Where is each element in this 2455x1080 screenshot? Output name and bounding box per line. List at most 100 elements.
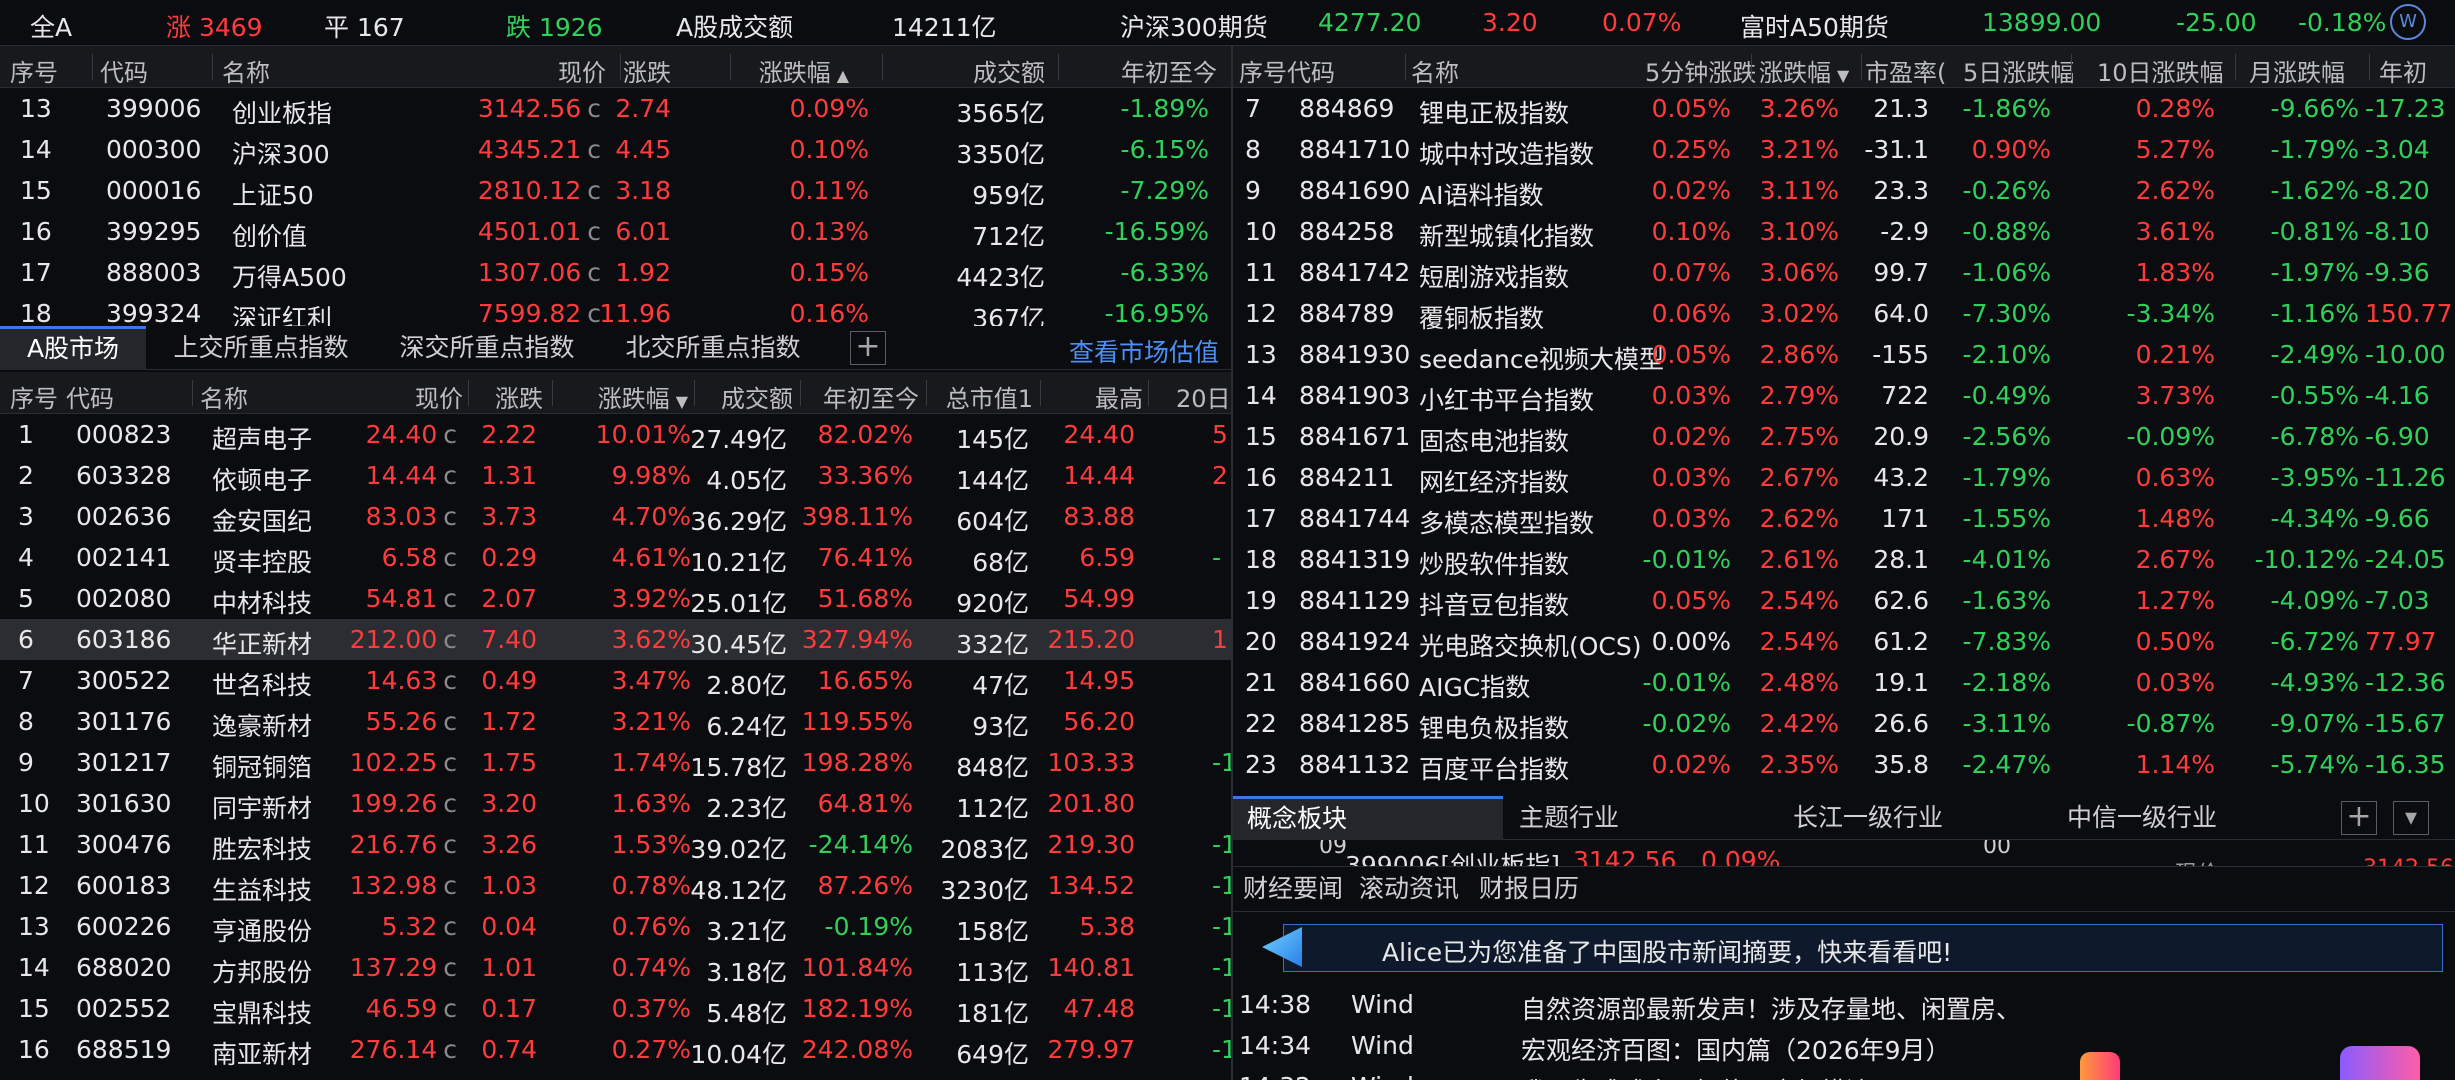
table-row[interactable]: 16 688519 南亚新材 276.14 c 0.74 0.27% 10.04亿 242.08… [0, 1029, 1231, 1070]
col-name[interactable]: 名称 [222, 53, 270, 88]
tab-finance-news[interactable]: 财经要闻 [1241, 867, 1345, 911]
column-separator[interactable] [2071, 54, 2072, 80]
add-tab-icon[interactable]: + [850, 331, 886, 365]
table-row[interactable]: 2 603328 依顿电子 14.44 c 1.31 9.98% 4.05亿 33.36% 144… [0, 455, 1231, 496]
tab-earnings-calendar[interactable]: 财报日历 [1473, 867, 1585, 911]
table-row[interactable]: 18 399324 深证红利 7599.82 c 11.96 0.16% 367亿 -16.95… [0, 293, 1231, 326]
col-index[interactable]: 序号 [10, 53, 58, 88]
col-name[interactable]: 名称 [200, 379, 248, 414]
tab-cj-level1-industries[interactable]: 长江一级行业 [1781, 796, 2051, 840]
table-row[interactable]: 12 600183 生益科技 132.98 c 1.03 0.78% 48.12亿 87.26%… [0, 865, 1231, 906]
column-separator[interactable] [694, 380, 695, 406]
table-row[interactable]: 14 8841903 小红书平台指数 0.03% 2.79% 722 -0.49% 3.73%… [1233, 375, 2455, 416]
col-pct-change[interactable]: 涨跌幅 ▼ [598, 379, 688, 414]
column-separator[interactable] [468, 380, 469, 406]
col-price[interactable]: 现价 [558, 53, 606, 88]
column-separator[interactable] [1148, 380, 1149, 406]
col-change[interactable]: 涨跌 [495, 379, 543, 414]
table-row[interactable]: 1 000823 超声电子 24.40 c 2.22 10.01% 27.49亿 82.02% 1… [0, 414, 1231, 455]
table-row[interactable]: 15 8841671 固态电池指数 0.02% 2.75% 20.9 -2.56% -0.09… [1233, 416, 2455, 457]
table-row[interactable]: 10 884258 新型城镇化指数 0.10% 3.10% -2.9 -0.88% 3.61%… [1233, 211, 2455, 252]
table-row[interactable]: 13 8841930 seedance视频大模型 0.05% 2.86% -155 -2.1… [1233, 334, 2455, 375]
tab-bse-key-indices[interactable]: 北交所重点指数 [602, 326, 824, 370]
col-price[interactable]: 现价 [415, 379, 463, 414]
table-row[interactable]: 14 688020 方邦股份 137.29 c 1.01 0.74% 3.18亿 101.84%… [0, 947, 1231, 988]
table-row[interactable]: 21 8841660 AIGC指数 -0.01% 2.48% 19.1 -2.18% 0.03… [1233, 662, 2455, 703]
table-row[interactable]: 16 399295 创价值 4501.01 c 6.01 0.13% 712亿 -16.59% [0, 211, 1231, 252]
table-row[interactable]: 16 884211 网红经济指数 0.03% 2.67% 43.2 -1.79% 0.63% -… [1233, 457, 2455, 498]
table-row[interactable]: 17 8841744 多模态模型指数 0.03% 2.62% 171 -1.55% 1.48%… [1233, 498, 2455, 539]
table-row[interactable]: 23 8841132 百度平台指数 0.02% 2.35% 35.8 -2.47% 1.14%… [1233, 744, 2455, 785]
table-row[interactable]: 9 8841690 AI语料指数 0.02% 3.11% 23.3 -0.26% 2.62% -… [1233, 170, 2455, 211]
tab-theme-industries[interactable]: 主题行业 [1507, 796, 1777, 840]
ai-assistant-button[interactable] [2340, 1046, 2420, 1080]
col-month-change[interactable]: 月涨跌幅 [2249, 53, 2345, 88]
col-pct-change[interactable]: 涨跌幅 ▼ [1759, 53, 1849, 88]
table-row[interactable]: 5 002080 中材科技 54.81 c 2.07 3.92% 25.01亿 51.68% 92… [0, 578, 1231, 619]
col-index[interactable]: 序号代码 [1239, 53, 1335, 88]
col-5d-change[interactable]: 5日涨跌幅 [1963, 53, 2074, 88]
col-code[interactable]: 代码 [100, 53, 148, 88]
column-separator[interactable] [1040, 380, 1041, 406]
tab-a-share-market[interactable]: A股市场 [0, 326, 146, 370]
add-tab-icon[interactable]: + [2341, 801, 2377, 835]
ai-news-banner[interactable]: Alice已为您准备了中国股市新闻摘要，快来看看吧! [1262, 924, 2443, 972]
hs300-futures-label[interactable]: 沪深300期货 [1120, 8, 1268, 44]
table-row[interactable]: 4 002141 贤丰控股 6.58 c 0.29 4.61% 10.21亿 76.41% 68亿… [0, 537, 1231, 578]
col-ytd[interactable]: 年初至今 [823, 379, 919, 414]
table-row[interactable]: 3 002636 金安国纪 83.03 c 3.73 4.70% 36.29亿 398.11% 6… [0, 496, 1231, 537]
table-row[interactable]: 13 399006 创业板指 3142.56 c 2.74 0.09% 3565亿 -1.89% [0, 88, 1231, 129]
a50-futures-label[interactable]: 富时A50期货 [1740, 8, 1889, 44]
col-turnover[interactable]: 成交额 [721, 379, 793, 414]
wind-logo-icon[interactable]: W [2390, 4, 2426, 40]
view-valuation-link[interactable]: 查看市场估值 [1069, 333, 1219, 369]
column-separator[interactable] [1861, 54, 1862, 80]
column-separator[interactable] [212, 54, 213, 80]
col-index[interactable]: 序号 [10, 379, 58, 414]
tab-citic-level1-industries[interactable]: 中信一级行业 [2055, 796, 2325, 840]
table-row[interactable]: 14 000300 沪深300 4345.21 c 4.45 0.10% 3350亿 -6.15… [0, 129, 1231, 170]
table-row[interactable]: 22 8841285 锂电负极指数 -0.02% 2.42% 26.6 -3.11% -0.8… [1233, 703, 2455, 744]
table-row[interactable]: 17 888003 万得A500 1307.06 c 1.92 0.15% 4423亿 -6.3… [0, 252, 1231, 293]
all-a-label[interactable]: 全A [30, 8, 72, 44]
column-separator[interactable] [2235, 54, 2236, 80]
table-row[interactable]: 13 600226 亨通股份 5.32 c 0.04 0.76% 3.21亿 -0.19% 158… [0, 906, 1231, 947]
col-high[interactable]: 最高 [1095, 379, 1143, 414]
column-separator[interactable] [882, 54, 883, 80]
news-item[interactable]: 14:32 Wind 我国生成式人工智能用户规模达 [1233, 1066, 2455, 1080]
table-row[interactable]: 19 8841129 抖音豆包指数 0.05% 2.54% 62.6 -1.63% 1.27%… [1233, 580, 2455, 621]
col-10d-change[interactable]: 10日涨跌幅 [2097, 53, 2224, 88]
tab-sse-key-indices[interactable]: 上交所重点指数 [150, 326, 372, 370]
column-separator[interactable] [730, 54, 731, 80]
ticker-index-name[interactable]: 399006[创业板指] [1345, 846, 1560, 866]
column-separator[interactable] [620, 54, 621, 80]
table-row[interactable]: 10 301630 同宇新材 199.26 c 3.20 1.63% 2.23亿 64.81% 1… [0, 783, 1231, 824]
table-row[interactable]: 12 884789 覆铜板指数 0.06% 3.02% 64.0 -7.30% -3.34% -… [1233, 293, 2455, 334]
col-5min-change[interactable]: 5分钟涨跌 [1645, 53, 1756, 88]
col-change[interactable]: 涨跌 [623, 53, 671, 88]
table-row[interactable]: 7 300522 世名科技 14.63 c 0.49 3.47% 2.80亿 16.65% 47亿… [0, 660, 1231, 701]
table-row[interactable]: 15 000016 上证50 2810.12 c 3.18 0.11% 959亿 -7.29% [0, 170, 1231, 211]
col-turnover[interactable]: 成交额 [973, 53, 1045, 88]
column-separator[interactable] [926, 380, 927, 406]
col-ytd[interactable]: 年初 [2379, 53, 2427, 88]
col-ytd[interactable]: 年初至今 [1121, 53, 1217, 88]
column-separator[interactable] [1751, 54, 1752, 80]
column-separator[interactable] [92, 54, 93, 80]
col-20d[interactable]: 20日 [1176, 379, 1231, 414]
assistant-float-icon[interactable] [2080, 1052, 2120, 1080]
table-row[interactable]: 7 884869 锂电正极指数 0.05% 3.26% 21.3 -1.86% 0.28% -9… [1233, 88, 2455, 129]
column-separator[interactable] [800, 380, 801, 406]
table-row[interactable]: 20 8841924 光电路交换机(OCS) 0.00% 2.54% 61.2 -7.83%… [1233, 621, 2455, 662]
news-item[interactable]: 14:34 Wind 宏观经济百图：国内篇（2026年9月） [1233, 1025, 2455, 1066]
table-row[interactable]: 9 301217 铜冠铜箔 102.25 c 1.75 1.74% 15.78亿 198.28%… [0, 742, 1231, 783]
news-item[interactable]: 14:38 Wind 自然资源部最新发声！涉及存量地、闲置房、 [1233, 984, 2455, 1025]
column-separator[interactable] [192, 380, 193, 406]
tab-szse-key-indices[interactable]: 深交所重点指数 [376, 326, 598, 370]
column-separator[interactable] [2369, 54, 2370, 80]
table-row[interactable]: 11 300476 胜宏科技 216.76 c 3.26 1.53% 39.02亿 -24.14… [0, 824, 1231, 865]
col-code[interactable]: 代码 [66, 379, 114, 414]
table-row[interactable]: 8 301176 逸豪新材 55.26 c 1.72 3.21% 6.24亿 119.55% 93… [0, 701, 1231, 742]
table-row[interactable]: 8 8841710 城中村改造指数 0.25% 3.21% -31.1 0.90% 5.27%… [1233, 129, 2455, 170]
table-row[interactable]: 18 8841319 炒股软件指数 -0.01% 2.61% 28.1 -4.01% 2.67… [1233, 539, 2455, 580]
